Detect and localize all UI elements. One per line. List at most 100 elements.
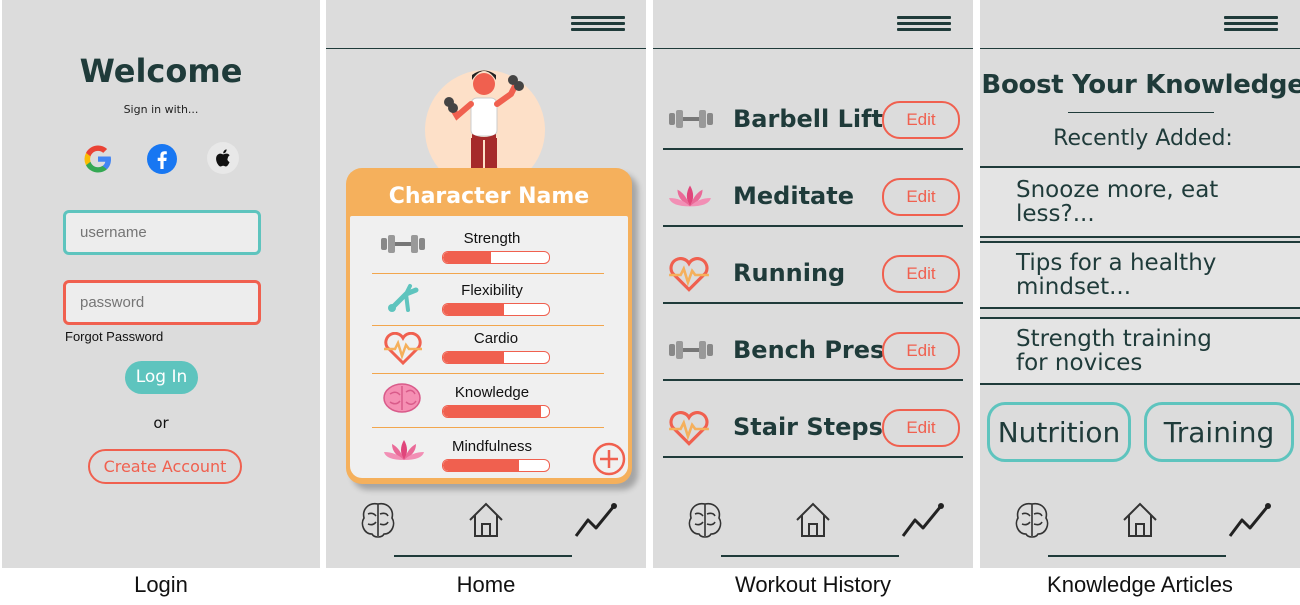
caption-workout-history: Workout History (734, 572, 892, 597)
edit-button[interactable]: Edit (882, 332, 960, 370)
stat-label-cardio: Cardio (473, 330, 519, 347)
article-card[interactable]: Tips for a healthy mindset... (980, 241, 1300, 309)
edit-button[interactable]: Edit (882, 409, 960, 447)
stat-bar-knowledge (442, 405, 550, 418)
chart-icon[interactable] (901, 500, 944, 542)
row-divider (663, 379, 963, 381)
workout-history-screen: Barbell Lift Edit Meditate Edit Running … (653, 0, 973, 568)
stat-bar-cardio (442, 351, 550, 364)
apple-icon[interactable] (206, 141, 240, 175)
caption-home: Home (456, 572, 516, 597)
article-title-line1: Tips for a healthy (1016, 250, 1217, 276)
password-input[interactable] (63, 280, 261, 325)
article-title-line2: for novices (1016, 350, 1143, 376)
row-divider (663, 302, 963, 304)
chart-icon[interactable] (574, 500, 617, 542)
stat-fill (443, 460, 520, 471)
workout-label: Bench Press (733, 336, 899, 364)
workout-label: Barbell Lift (733, 105, 884, 133)
dumbbell-icon (667, 339, 715, 365)
brain-icon[interactable] (1012, 500, 1052, 542)
forgot-password-link[interactable]: Forgot Password (65, 329, 163, 344)
dumbbell-icon (379, 234, 427, 258)
header-divider (653, 48, 973, 49)
edit-button[interactable]: Edit (882, 255, 960, 293)
article-title-line1: Strength training (1016, 326, 1212, 352)
bottom-nav (980, 500, 1300, 550)
stretch-icon (386, 282, 420, 320)
create-account-button[interactable]: Create Account (88, 449, 242, 484)
edit-button[interactable]: Edit (882, 101, 960, 139)
workout-label: Running (733, 259, 846, 287)
stat-divider (372, 427, 604, 428)
recently-added-label: Recently Added: (1053, 126, 1233, 151)
plus-icon[interactable] (592, 442, 626, 480)
training-button[interactable]: Training (1144, 402, 1294, 462)
stat-label-strength: Strength (463, 230, 521, 247)
facebook-icon[interactable] (146, 143, 178, 175)
header-divider (326, 48, 646, 49)
welcome-title: Welcome (79, 52, 243, 90)
nutrition-button[interactable]: Nutrition (987, 402, 1131, 462)
stat-fill (443, 304, 505, 315)
bottom-nav (653, 500, 973, 550)
article-card[interactable]: Snooze more, eat less?... (980, 166, 1300, 238)
row-divider (663, 148, 963, 150)
lotus-icon (382, 438, 426, 468)
row-divider (663, 225, 963, 227)
lotus-icon (667, 183, 713, 215)
stat-divider (372, 325, 604, 326)
login-button[interactable]: Log In (125, 361, 198, 394)
chart-icon[interactable] (1228, 500, 1271, 542)
knowledge-title: Boost Your Knowledge (981, 70, 1300, 100)
knowledge-screen: Boost Your Knowledge Recently Added: Sno… (980, 0, 1300, 568)
caption-knowledge-articles: Knowledge Articles (1047, 572, 1233, 597)
article-title-line1: Snooze more, eat (1016, 177, 1219, 203)
edit-button[interactable]: Edit (882, 178, 960, 216)
character-name: Character Name (388, 184, 590, 209)
brain-icon[interactable] (685, 500, 725, 542)
stat-fill (443, 352, 505, 363)
stat-label-mindfulness: Mindfulness (451, 438, 533, 455)
dumbbell-icon (667, 108, 715, 134)
heartbeat-icon (667, 257, 711, 297)
home-icon[interactable] (466, 500, 506, 542)
menu-icon[interactable] (897, 16, 951, 36)
menu-icon[interactable] (571, 16, 625, 36)
caption-login: Login (134, 572, 188, 597)
bottom-nav (326, 500, 646, 550)
stats-panel: Strength Flexibility Cardio Knowledge Mi… (350, 216, 628, 478)
username-input[interactable] (63, 210, 261, 255)
stat-bar-strength (442, 251, 550, 264)
stat-label-flexibility: Flexibility (461, 282, 523, 299)
article-title-line2: less?... (1016, 201, 1095, 227)
character-card: Character Name Strength Flexibility Card… (346, 168, 632, 484)
stat-bar-mindfulness (442, 459, 550, 472)
sign-in-subtitle: Sign in with... (123, 103, 199, 116)
menu-icon[interactable] (1224, 16, 1278, 36)
home-screen: Character Name Strength Flexibility Card… (326, 0, 646, 568)
article-title-line2: mindset... (1016, 274, 1132, 300)
home-indicator (721, 555, 899, 557)
brain-icon (382, 382, 422, 418)
heartbeat-icon (382, 331, 424, 370)
home-icon[interactable] (793, 500, 833, 542)
stat-divider (372, 373, 604, 374)
or-separator: or (153, 414, 169, 432)
heartbeat-icon (667, 411, 711, 451)
title-underline (1068, 112, 1214, 113)
google-icon[interactable] (82, 143, 114, 175)
brain-icon[interactable] (358, 500, 398, 542)
home-icon[interactable] (1120, 500, 1160, 542)
stat-label-knowledge: Knowledge (454, 384, 530, 401)
header-divider (980, 48, 1300, 49)
login-screen: Welcome Sign in with... Forgot Password … (2, 0, 320, 568)
article-card[interactable]: Strength training for novices (980, 317, 1300, 385)
row-divider (663, 456, 963, 458)
workout-label: Stair Steps (733, 413, 883, 441)
workout-label: Meditate (733, 182, 854, 210)
stat-bar-flexibility (442, 303, 550, 316)
stat-fill (443, 252, 491, 263)
stat-divider (372, 273, 604, 274)
home-indicator (394, 555, 572, 557)
